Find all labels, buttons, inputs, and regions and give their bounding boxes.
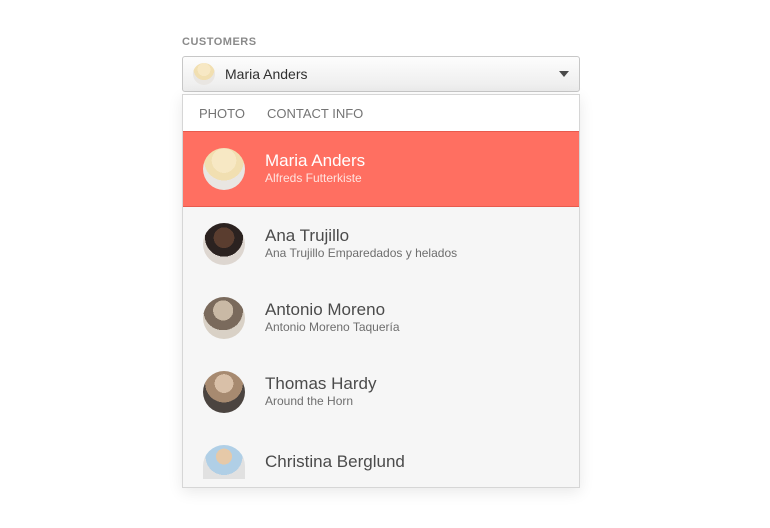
dropdown-list: Maria Anders Alfreds Futterkiste Ana Tru… xyxy=(183,131,579,487)
item-company: Around the Horn xyxy=(265,394,376,410)
item-company: Ana Trujillo Emparedados y helados xyxy=(265,246,457,262)
customer-dropdown: PHOTO CONTACT INFO Maria Anders Alfreds … xyxy=(182,94,580,488)
item-company: Antonio Moreno Taquería xyxy=(265,320,400,336)
list-item[interactable]: Christina Berglund xyxy=(183,429,579,487)
avatar xyxy=(203,297,245,339)
avatar xyxy=(203,148,245,190)
dropdown-header: PHOTO CONTACT INFO xyxy=(183,95,579,132)
section-label: CUSTOMERS xyxy=(182,36,580,48)
item-name: Antonio Moreno xyxy=(265,300,400,320)
column-photo: PHOTO xyxy=(199,106,245,121)
avatar xyxy=(203,445,245,479)
customer-select[interactable]: Maria Anders xyxy=(182,56,580,92)
list-item[interactable]: Maria Anders Alfreds Futterkiste xyxy=(183,131,579,207)
list-item[interactable]: Antonio Moreno Antonio Moreno Taquería xyxy=(183,281,579,355)
chevron-down-icon xyxy=(559,71,569,77)
column-contact: CONTACT INFO xyxy=(267,106,363,121)
item-name: Ana Trujillo xyxy=(265,226,457,246)
list-item[interactable]: Thomas Hardy Around the Horn xyxy=(183,355,579,429)
avatar xyxy=(203,371,245,413)
list-item[interactable]: Ana Trujillo Ana Trujillo Emparedados y … xyxy=(183,207,579,281)
item-name: Maria Anders xyxy=(265,151,365,171)
item-name: Christina Berglund xyxy=(265,452,405,472)
avatar xyxy=(203,223,245,265)
avatar xyxy=(193,63,215,85)
item-company: Alfreds Futterkiste xyxy=(265,171,365,187)
selected-value: Maria Anders xyxy=(225,66,559,82)
item-name: Thomas Hardy xyxy=(265,374,376,394)
